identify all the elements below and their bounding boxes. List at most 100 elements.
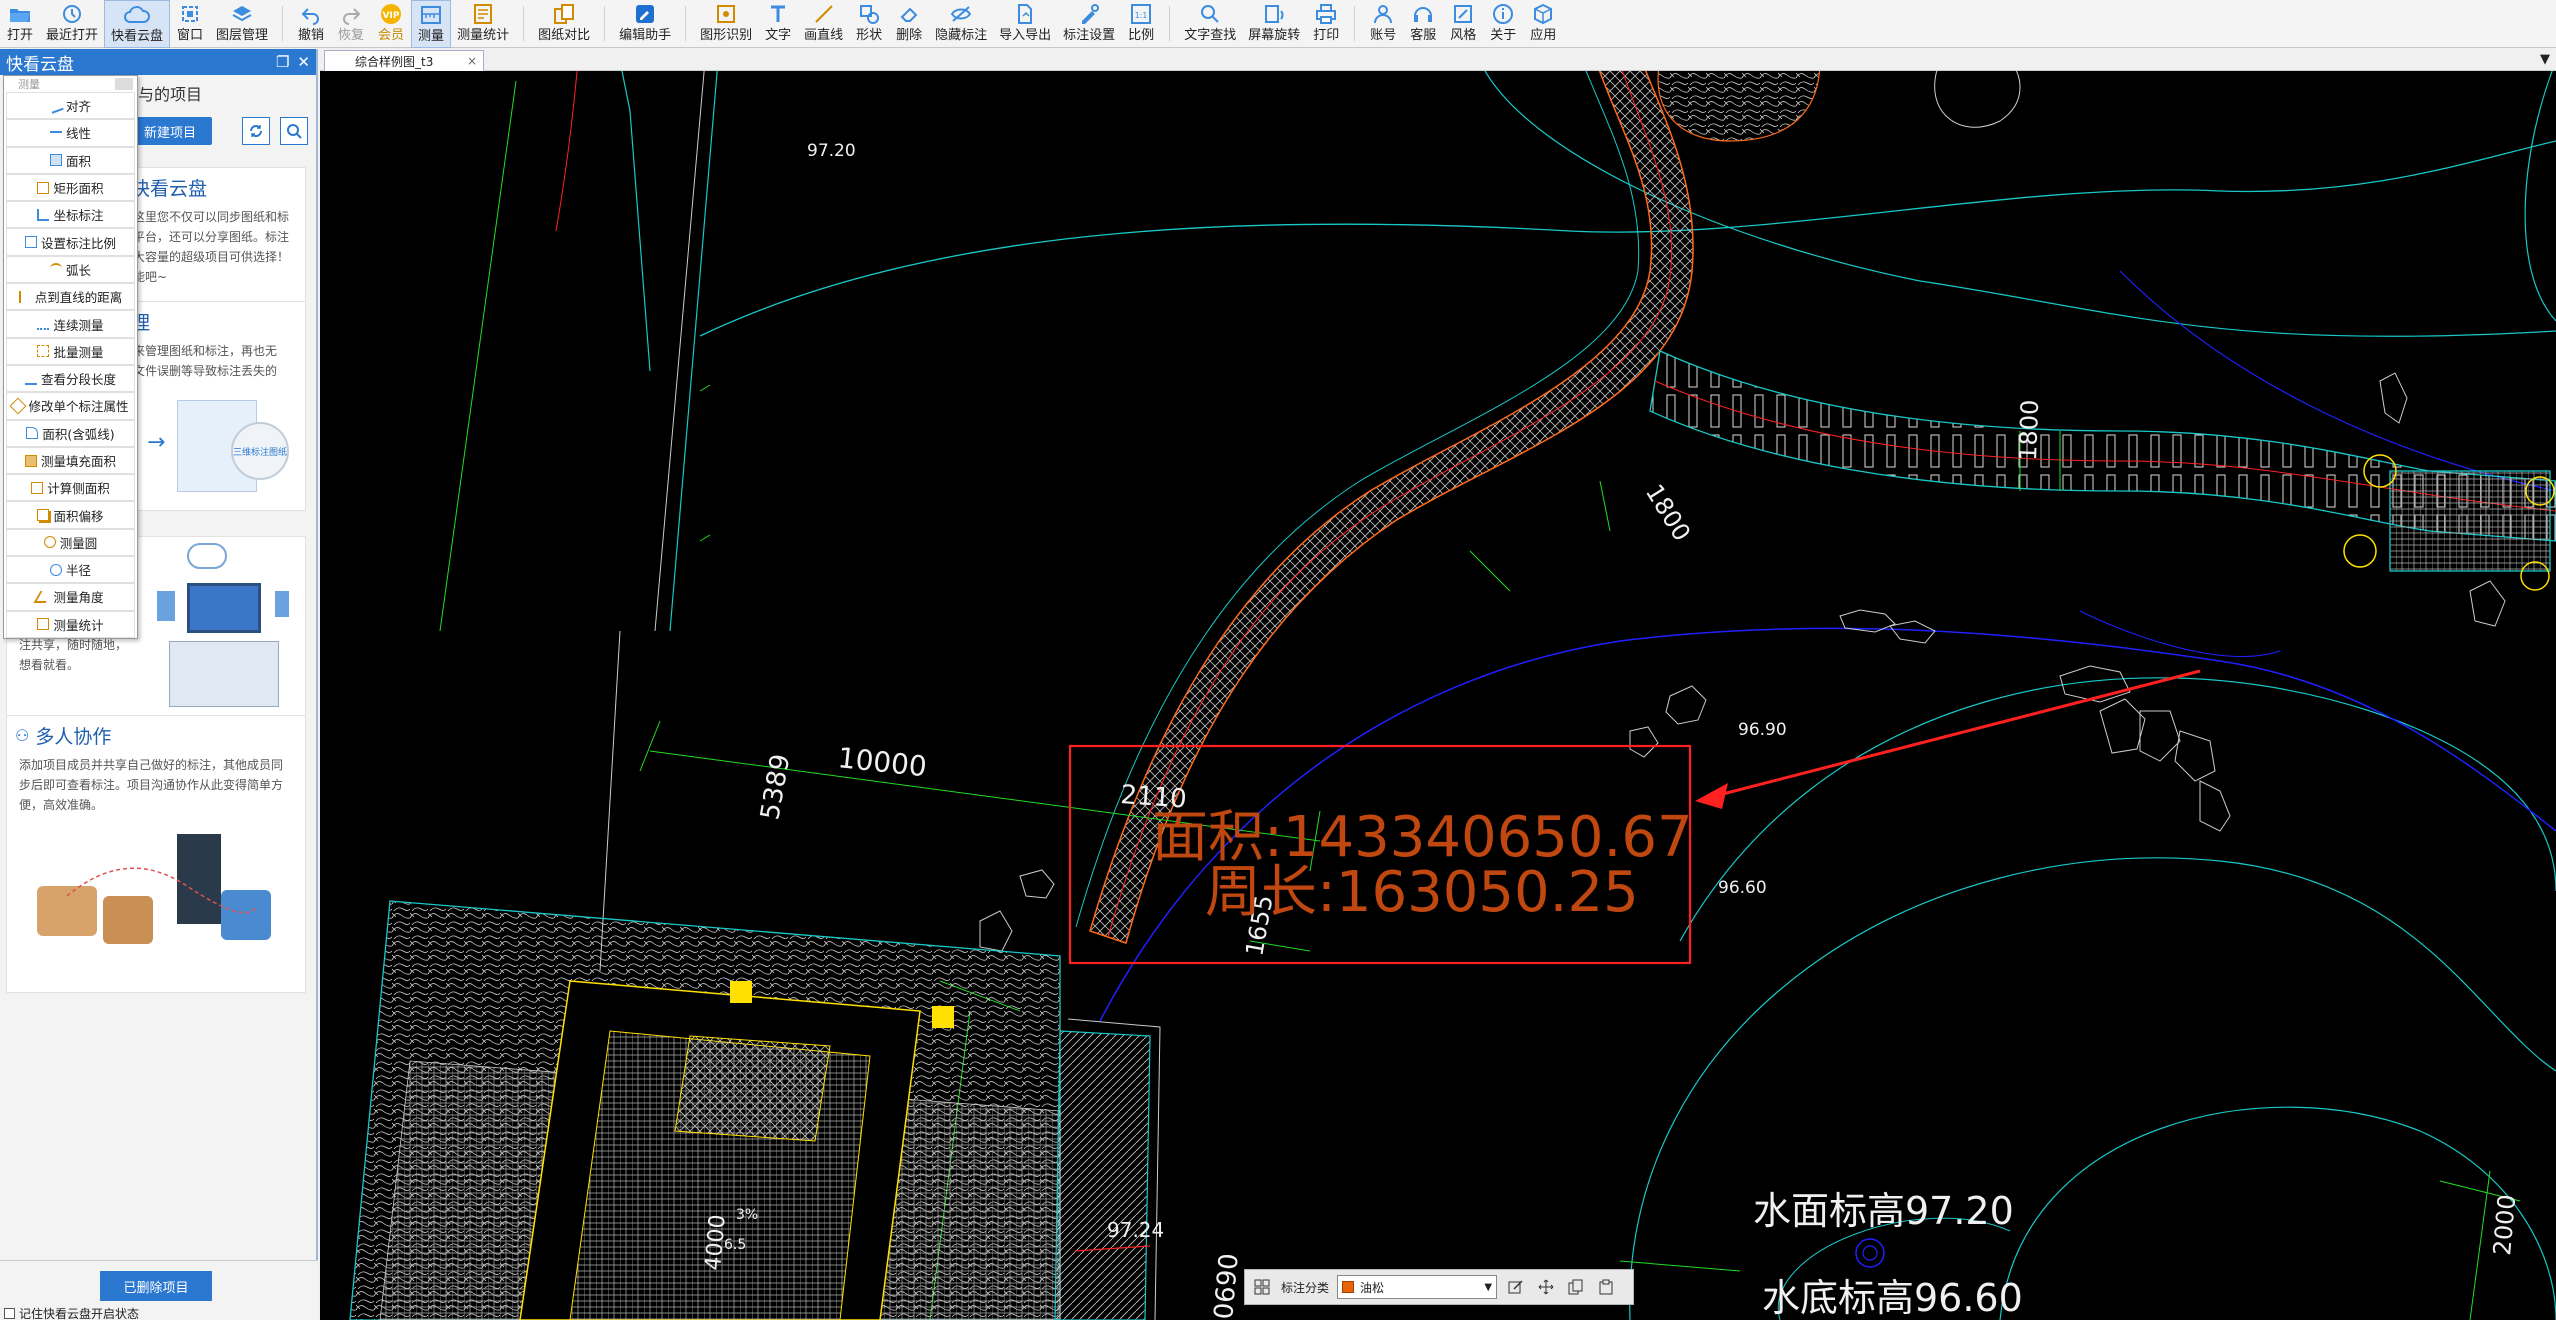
menu-item-set-scale[interactable]: 设置标注比例 (6, 228, 135, 256)
drawing-canvas[interactable]: 97.20 96.90 96.60 97.24 10000 5389 2110 … (320, 71, 2556, 1320)
measure-icon (418, 3, 444, 27)
move-icon[interactable] (1535, 1276, 1557, 1298)
water-surface-label: 水面标高97.20 (1753, 1189, 2014, 1233)
print-button[interactable]: 打印 (1306, 0, 1346, 48)
platform (2389, 470, 2551, 572)
toolbar-label: 编辑助手 (619, 28, 672, 43)
eraser-icon (896, 2, 922, 26)
tab-overflow-button[interactable]: ▼ (2540, 52, 2550, 67)
checkbox-box[interactable] (4, 1308, 15, 1319)
mark-settings-button[interactable]: 标注设置 (1057, 0, 1121, 48)
category-select[interactable]: 油松 ▼ (1337, 1275, 1498, 1299)
new-project-button[interactable]: 新建项目 (128, 117, 212, 145)
menu-item-area-arc[interactable]: 面积(含弧线) (6, 419, 135, 447)
close-icon[interactable]: ✕ (297, 53, 310, 71)
point-line-icon (18, 290, 31, 303)
recent-button[interactable]: 最近打开 (40, 0, 104, 48)
about-button[interactable]: 关于 (1483, 0, 1523, 48)
text-button[interactable]: 文字 (758, 0, 798, 48)
menu-item-batch[interactable]: 批量测量 (6, 337, 135, 365)
menu-item-radius[interactable]: 半径 (6, 556, 135, 584)
restore-icon[interactable]: ❐ (276, 53, 289, 71)
menu-item-linear[interactable]: 线性 (6, 119, 135, 147)
style-icon (1450, 2, 1476, 26)
close-icon[interactable]: × (467, 54, 477, 68)
menu-item-stats[interactable]: 测量统计 (6, 610, 135, 638)
menu-item-area[interactable]: 面积 (6, 146, 135, 174)
measure-button[interactable]: 测量 (411, 0, 452, 48)
menu-item-area-offset[interactable]: 面积偏移 (6, 501, 135, 529)
toolbar-label: 屏幕旋转 (1248, 28, 1301, 43)
menu-item-edit-attr[interactable]: 修改单个标注属性 (6, 392, 135, 420)
scale-button[interactable]: 1:1 比例 (1121, 0, 1161, 48)
menu-item-segment-length[interactable]: 查看分段长度 (6, 364, 135, 393)
delete-button[interactable]: 删除 (889, 0, 929, 48)
menu-item-fill-area[interactable]: 测量填充面积 (6, 446, 135, 475)
contour-line (699, 140, 2556, 337)
import-export-button[interactable]: 导入导出 (993, 0, 1057, 48)
menu-item-angle[interactable]: 测量角度 (6, 583, 135, 611)
menu-item-point-line[interactable]: 点到直线的距离 (6, 283, 135, 311)
rotate-button[interactable]: 屏幕旋转 (1242, 0, 1306, 48)
edit-icon[interactable] (1505, 1276, 1527, 1298)
paste-icon[interactable] (1595, 1276, 1617, 1298)
arrow-head-icon (1695, 783, 1728, 809)
measure-stats-button[interactable]: 测量统计 (451, 0, 515, 48)
menu-item-label: 批量测量 (53, 344, 104, 360)
toolbar-label: 图纸对比 (538, 28, 591, 43)
contour-line (1679, 677, 2556, 942)
document-tabbar: 综合样例图_t3 × ▼ (320, 49, 2556, 71)
category-value: 油松 (1360, 1280, 1385, 1295)
mark-category-bar: 标注分类 油松 ▼ (1244, 1269, 1634, 1305)
vip-button[interactable]: VIP 会员 (371, 0, 411, 48)
menu-item-label: 点到直线的距离 (34, 290, 123, 306)
grid-icon[interactable] (1251, 1276, 1273, 1298)
open-button[interactable]: 打开 (0, 0, 40, 48)
shape-button[interactable]: 形状 (849, 0, 889, 48)
toolbar-label: 隐藏标注 (935, 28, 988, 43)
undo-button[interactable]: 撤销 (291, 0, 331, 48)
menu-item-arc-length[interactable]: 弧长 (6, 255, 135, 284)
menu-item-side-area[interactable]: 计算侧面积 (6, 474, 135, 502)
toolbar-label: 标注设置 (1063, 28, 1116, 43)
menu-item-continuous[interactable]: 连续测量 (6, 310, 135, 338)
tab-document[interactable]: 综合样例图_t3 × (324, 50, 484, 71)
menu-item-label: 测量圆 (59, 535, 98, 551)
service-button[interactable]: 客服 (1403, 0, 1443, 48)
menu-item-coordinate[interactable]: 坐标标注 (6, 201, 135, 229)
sync-button[interactable] (242, 117, 270, 145)
search-icon (287, 124, 302, 139)
copy-icon[interactable] (1565, 1276, 1587, 1298)
edit-helper-button[interactable]: 编辑助手 (613, 0, 677, 48)
account-button[interactable]: 账号 (1363, 0, 1403, 48)
apps-button[interactable]: 应用 (1523, 0, 1563, 48)
cloud-button[interactable]: 快看云盘 (104, 0, 171, 48)
style-button[interactable]: 风格 (1443, 0, 1483, 48)
find-text-icon (1197, 2, 1223, 26)
layers-button[interactable]: 图层管理 (210, 0, 274, 48)
find-text-button[interactable]: 文字查找 (1178, 0, 1242, 48)
ramp (1054, 1030, 1151, 1320)
remember-state-checkbox[interactable]: 记住快看云盘开启状态 (4, 1305, 139, 1320)
toolbar-label: 打印 (1313, 28, 1340, 43)
redo-button[interactable]: 恢复 (331, 0, 371, 48)
cad-drawing: 97.20 96.90 96.60 97.24 10000 5389 2110 … (349, 71, 2556, 1320)
menu-close-handle[interactable] (115, 78, 133, 90)
menu-item-label: 测量统计 (53, 617, 104, 633)
sync-icon (250, 125, 262, 137)
menu-item-circle[interactable]: 测量圆 (6, 528, 135, 557)
share-illustration (157, 543, 297, 723)
panel-footer: 已删除项目 记住快看云盘开启状态 (0, 1260, 318, 1320)
category-color-swatch (1342, 1281, 1355, 1293)
menu-item-rect-area[interactable]: 矩形面积 (6, 173, 135, 202)
menu-item-align[interactable]: 对齐 (6, 92, 135, 120)
hide-marks-button[interactable]: 隐藏标注 (929, 0, 993, 48)
recognize-button[interactable]: 图形识别 (694, 0, 758, 48)
compare-button[interactable]: 图纸对比 (532, 0, 596, 48)
batch-icon (37, 345, 50, 358)
window-button[interactable]: 窗口 (170, 0, 210, 48)
search-button[interactable] (280, 117, 308, 145)
deleted-projects-button[interactable]: 已删除项目 (100, 1271, 212, 1301)
area-icon (49, 154, 62, 167)
line-button[interactable]: 画直线 (798, 0, 849, 48)
